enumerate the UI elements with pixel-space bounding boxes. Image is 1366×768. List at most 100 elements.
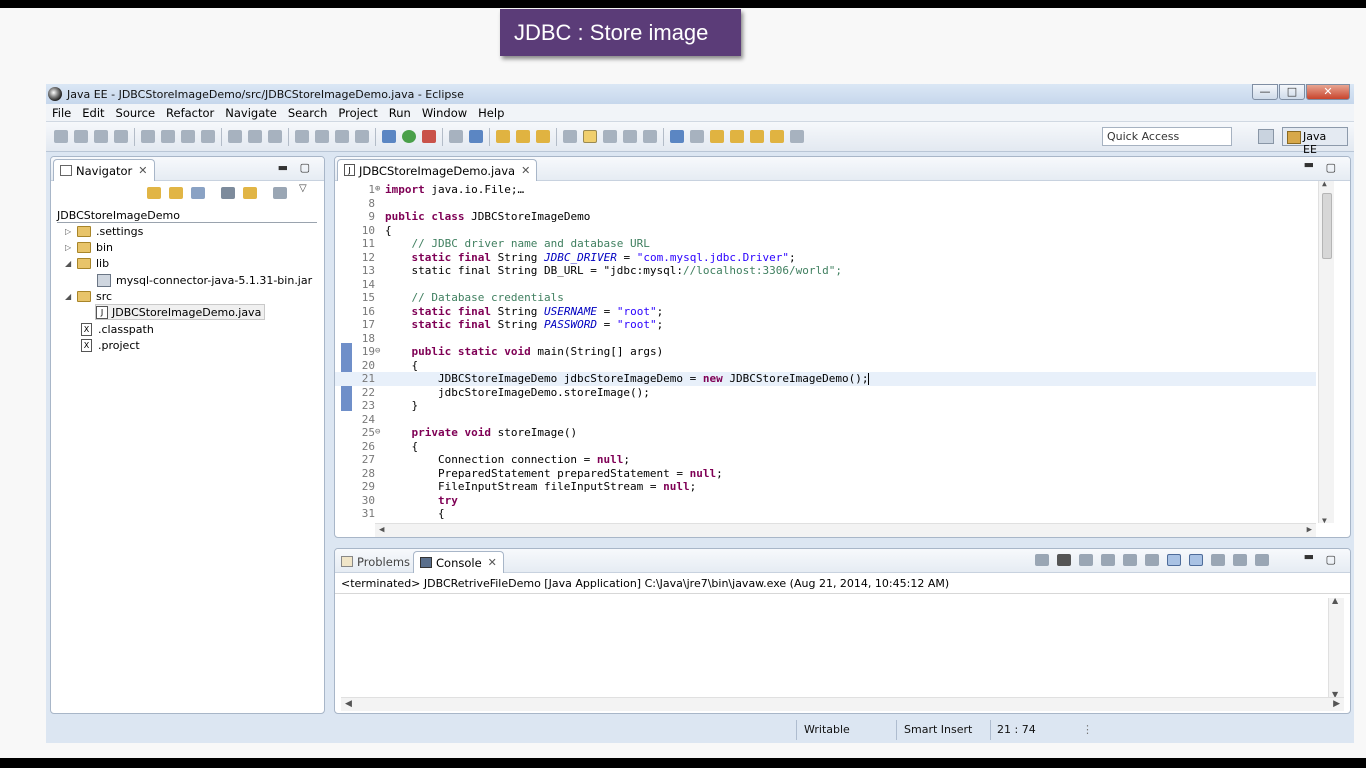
globe-icon[interactable] [670,130,684,143]
pin-icon[interactable] [790,130,804,143]
tab-java-file[interactable]: J JDBCStoreImageDemo.java ✕ [337,159,538,181]
tab-problems[interactable]: Problems [341,555,410,569]
clear-console-icon[interactable] [1101,554,1115,566]
maximize-view-icon[interactable]: ▢ [300,161,310,174]
open-type-icon[interactable] [496,130,510,143]
close-icon[interactable]: ✕ [521,164,530,177]
menu-edit[interactable]: Edit [82,106,104,120]
menu-refactor[interactable]: Refactor [166,106,214,120]
scroll-left-icon[interactable]: ◀ [379,525,384,535]
code-line[interactable]: 11 // JDBC driver name and database URL [335,237,1316,251]
tree-item-mysql-jar[interactable]: mysql-connector-java-5.1.31-bin.jar [97,272,312,288]
next-annotation-icon[interactable] [690,130,704,143]
scrollbar-thumb[interactable] [1322,193,1332,259]
tree-item-project[interactable]: X .project [81,337,140,353]
tree-item-lib[interactable]: ◢ lib [65,255,109,271]
undo-icon[interactable] [228,130,242,143]
pin-console-icon[interactable] [1211,554,1225,566]
last-edit-icon[interactable] [730,130,744,143]
show-on-stderr-icon[interactable] [1189,554,1203,566]
code-line[interactable]: 22 jdbcStoreImageDemo.storeImage(); [335,386,1316,400]
code-line[interactable]: 28 PreparedStatement preparedStatement =… [335,467,1316,481]
menu-run[interactable]: Run [389,106,411,120]
expand-icon[interactable]: ▷ [65,243,77,252]
new-java-project-icon[interactable] [449,130,463,143]
annotation-icon[interactable] [563,130,577,143]
console-vertical-scrollbar[interactable]: ▲ ▼ [1328,596,1344,699]
scroll-up-icon[interactable]: ▲ [1322,179,1327,188]
terminate-icon[interactable] [1035,554,1049,566]
quick-access-input[interactable]: Quick Access [1102,127,1232,146]
disconnect-icon[interactable] [355,130,369,143]
redo-icon[interactable] [248,130,262,143]
maximize-view-icon[interactable]: ▢ [1326,161,1336,174]
debug-icon[interactable] [382,130,396,143]
code-line[interactable]: 27 Connection connection = null; [335,453,1316,467]
paragraph-icon[interactable] [643,130,657,143]
menu-navigate[interactable]: Navigate [225,106,277,120]
skip-breakpoints-icon[interactable] [161,130,175,143]
menu-window[interactable]: Window [422,106,467,120]
expand-icon[interactable]: ▷ [65,227,77,236]
suspend-icon[interactable] [315,130,329,143]
code-line[interactable]: 8 [335,197,1316,211]
resume-icon[interactable] [295,130,309,143]
menu-help[interactable]: Help [478,106,504,120]
minimize-view-icon[interactable]: ▬ [1304,158,1314,171]
code-line[interactable]: 17 static final String PASSWORD = "root"… [335,318,1316,332]
show-whitespace-icon[interactable] [623,130,637,143]
tab-console[interactable]: Console ✕ [413,551,504,573]
scroll-right-icon[interactable]: ▶ [1307,525,1312,535]
tree-item-bin[interactable]: ▷ bin [65,239,113,255]
print-icon[interactable] [114,130,128,143]
scroll-right-icon[interactable]: ▶ [1333,699,1340,709]
code-line[interactable]: 19 ⊖ public static void main(String[] arg… [335,345,1316,359]
tree-item-java-file[interactable]: J JDBCStoreImageDemo.java [95,304,266,320]
code-line[interactable]: 21 JDBCStoreImageDemo jdbcStoreImageDemo… [335,372,1316,386]
code-line[interactable]: 16 static final String USERNAME = "root"… [335,305,1316,319]
link-editor-icon[interactable] [243,187,257,199]
tree-item-settings[interactable]: ▷ .settings [65,223,143,239]
code-line[interactable]: 12 static final String JDBC_DRIVER = "co… [335,251,1316,265]
tab-navigator[interactable]: Navigator ✕ [53,159,155,181]
open-perspective-icon[interactable] [1258,129,1274,144]
external-tools-icon[interactable] [422,130,436,143]
run-icon[interactable] [402,130,416,143]
scroll-up-icon[interactable]: ▲ [1332,596,1338,605]
minimize-button[interactable]: — [1252,84,1278,100]
collapse-icon[interactable]: ◢ [65,292,77,301]
console-horizontal-scrollbar[interactable]: ◀ ▶ [341,697,1344,711]
tree-item-classpath[interactable]: X .classpath [81,321,154,337]
code-line[interactable]: 10 { [335,224,1316,238]
editor-vertical-scrollbar[interactable]: ▲ ▼ [1318,179,1334,525]
open-task-icon[interactable] [516,130,530,143]
code-editor[interactable]: 1 ⊕ import java.io.File;… 8 9 public class JD… [335,179,1350,537]
editor-horizontal-scrollbar[interactable]: ◀ ▶ [375,523,1316,537]
collapse-icon[interactable]: ◢ [65,259,77,268]
code-line[interactable]: 13 static final String DB_URL = "jdbc:my… [335,264,1316,278]
fold-toggle-icon[interactable]: ⊕ [375,183,380,197]
scroll-down-icon[interactable]: ▼ [1322,516,1327,525]
code-line[interactable]: 31 { [335,507,1316,521]
minimize-view-icon[interactable]: ▬ [1304,550,1314,563]
open-console-icon[interactable] [1255,554,1269,566]
code-line[interactable]: 9 public class JDBCStoreImageDemo [335,210,1316,224]
code-line[interactable]: 20 { [335,359,1316,373]
show-on-stdout-icon[interactable] [1167,554,1181,566]
menu-source[interactable]: Source [116,106,156,120]
maximize-view-icon[interactable]: ▢ [1326,553,1336,566]
code-line[interactable]: 24 [335,413,1316,427]
chevron-down-icon[interactable]: ▽ [299,183,313,195]
perspective-java-ee-button[interactable]: Java EE [1282,127,1348,156]
block-selection-icon[interactable] [603,130,617,143]
code-line[interactable]: 30 try [335,494,1316,508]
display-console-icon[interactable] [1233,554,1247,566]
word-wrap-icon[interactable] [1145,554,1159,566]
back-icon[interactable] [750,130,764,143]
tree-root-project[interactable]: JDBCStoreImageDemo [57,207,180,223]
remove-all-icon[interactable] [1079,554,1093,566]
code-line[interactable]: 18 [335,332,1316,346]
terminate-icon[interactable] [335,130,349,143]
menu-search[interactable]: Search [288,106,328,120]
scroll-lock-icon[interactable] [1123,554,1137,566]
